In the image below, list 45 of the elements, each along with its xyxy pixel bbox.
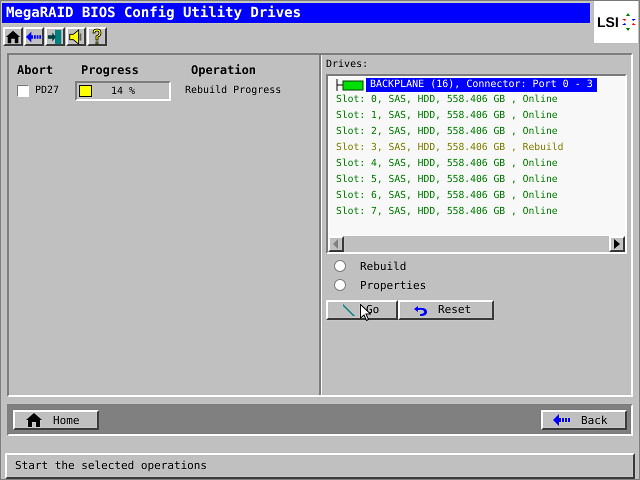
- drive-item[interactable]: Slot: 6, SAS, HDD, 558.406 GB , Online: [336, 188, 625, 204]
- operation-name: Rebuild Progress: [185, 85, 282, 96]
- backplane-icon: [336, 78, 366, 92]
- left-arrow-icon: [333, 238, 339, 249]
- right-arrow-icon: [614, 238, 620, 249]
- drive-item[interactable]: Slot: 4, SAS, HDD, 558.406 GB , Online: [336, 156, 625, 172]
- status-bar: Start the selected operations: [5, 453, 635, 479]
- radio-button[interactable]: [334, 260, 346, 272]
- drive-item[interactable]: Slot: 2, SAS, HDD, 558.406 GB , Online: [336, 124, 625, 140]
- toolbar-button[interactable]: [87, 27, 107, 46]
- tree-item[interactable]: BACKPLANE (16), Connector: Port 0 - 3: [366, 78, 597, 92]
- window-title: MegaRAID BIOS Config Utility Drives: [2, 3, 590, 23]
- progress-reading: 14 %: [110, 86, 136, 97]
- back-arrow-icon: [553, 414, 571, 426]
- home-button[interactable]: Home: [13, 410, 99, 430]
- back-button[interactable]: Back: [541, 410, 627, 430]
- toolbar-button[interactable]: [3, 27, 23, 46]
- undo-icon: [414, 304, 428, 316]
- column-header: Abort: [17, 62, 54, 77]
- exit-door-icon: [47, 28, 63, 46]
- drive-item[interactable]: Slot: 5, SAS, HDD, 558.406 GB , Online: [336, 172, 625, 188]
- drive-item[interactable]: Slot: 7, SAS, HDD, 558.406 GB , Online: [336, 204, 625, 220]
- scroll-left-button[interactable]: [328, 236, 344, 252]
- logo: LSI: [594, 1, 638, 43]
- abort-checkbox[interactable]: [17, 84, 29, 97]
- drives-label: Drives:: [326, 58, 370, 70]
- toolbar-button[interactable]: [45, 27, 65, 46]
- drive-item[interactable]: Slot: 1, SAS, HDD, 558.406 GB , Online: [336, 108, 625, 124]
- column-header: Progress: [81, 62, 140, 77]
- drive-item[interactable]: Slot: 0, SAS, HDD, 558.406 GB , Online: [336, 92, 625, 108]
- scroll-right-button[interactable]: [609, 236, 625, 252]
- option-label: Properties: [360, 278, 426, 292]
- option-label: Rebuild: [360, 260, 406, 273]
- toolbar-button[interactable]: [24, 27, 44, 46]
- help-icon: [90, 28, 104, 46]
- drive-name: PD27: [35, 85, 60, 96]
- drive-item[interactable]: Slot: 3, SAS, HDD, 558.406 GB , Rebuild: [336, 140, 625, 156]
- back-arrow-icon: [26, 30, 42, 42]
- radio-button[interactable]: [334, 279, 346, 292]
- reset-button[interactable]: Reset: [398, 300, 494, 320]
- home-icon: [25, 412, 43, 428]
- home-icon: [5, 28, 21, 44]
- toolbar-button[interactable]: [66, 27, 86, 46]
- column-header: Operation: [191, 62, 258, 77]
- speaker-icon: [68, 28, 84, 46]
